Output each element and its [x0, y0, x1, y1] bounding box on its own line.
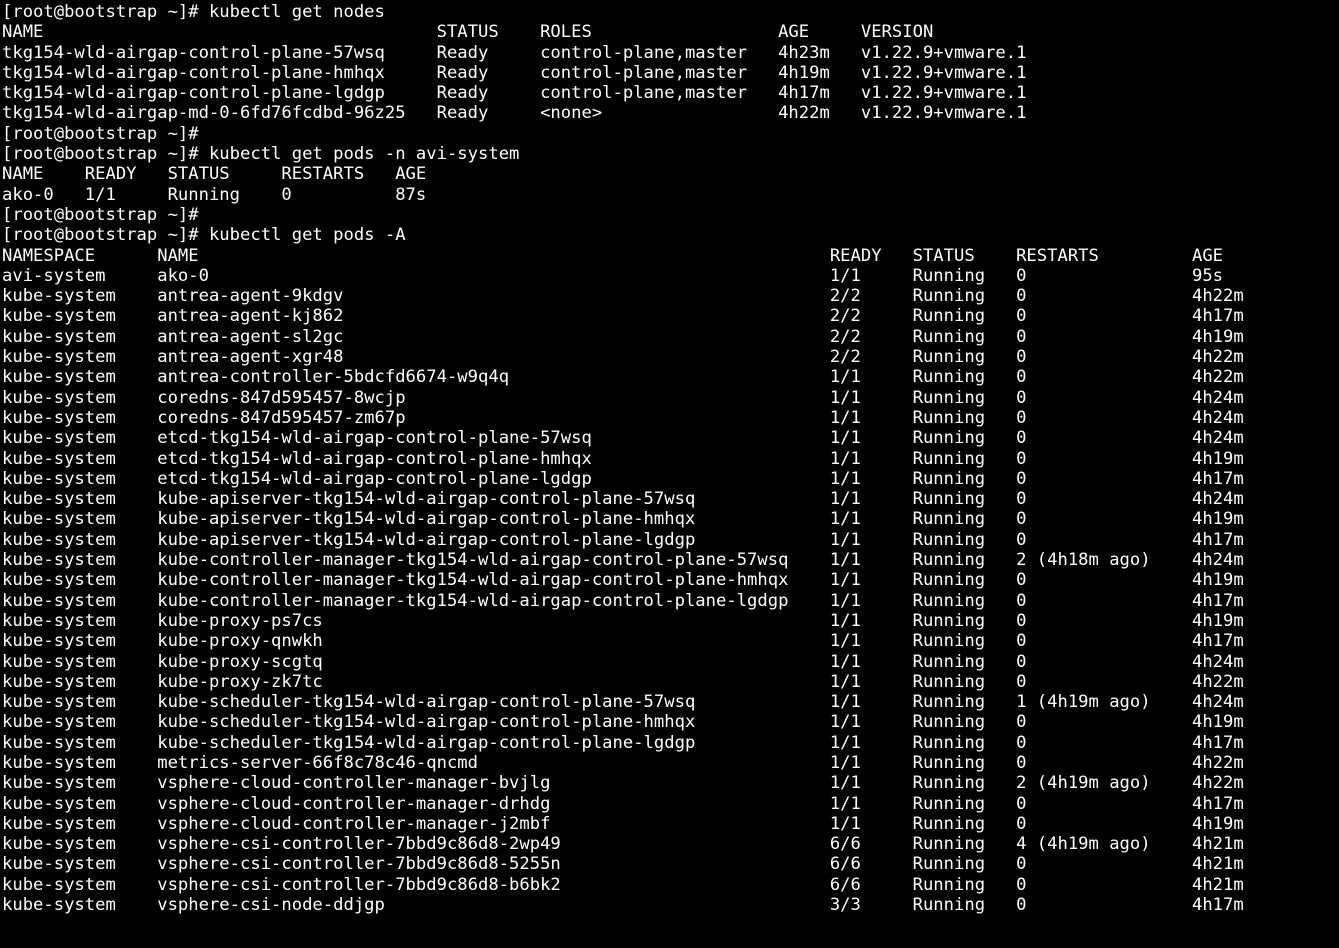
terminal-output: [root@bootstrap ~]# kubectl get nodes NA… [0, 0, 1339, 915]
